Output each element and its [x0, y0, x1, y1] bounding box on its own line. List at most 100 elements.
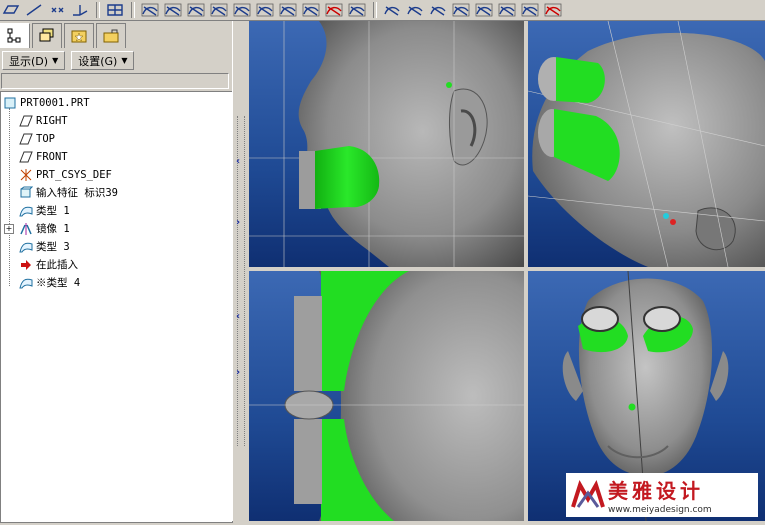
tree-filter-field[interactable] [1, 73, 229, 89]
expand-right-icon[interactable]: › [236, 217, 240, 228]
head-perspective-model [528, 21, 765, 267]
view-perspective-icon [256, 3, 274, 17]
tree-item-label: 类型 3 [36, 241, 70, 253]
chevron-down-icon: ▼ [52, 56, 59, 65]
panel-splitter[interactable]: ‹ › ‹ › [232, 21, 249, 521]
view-wire-button[interactable] [185, 1, 207, 19]
import-feature-icon [19, 186, 33, 200]
head-side-model [249, 21, 524, 267]
layer-tab[interactable] [32, 23, 62, 48]
watermark-logo: 美雅设计 www.meiyadesign.com [566, 473, 758, 517]
collapse-left-icon[interactable]: ‹ [236, 311, 240, 322]
tree-item[interactable]: ※类型 4 [19, 274, 80, 291]
tree-item-label: 在此插入 [36, 259, 78, 271]
navigator-panel: 显示(D) ▼ 设置(G) ▼ PRT0001.PRT RIGHT TOP FRONT… [0, 21, 233, 523]
view-refit-button[interactable] [346, 1, 368, 19]
tree-item-label: 类型 1 [36, 205, 70, 217]
analysis-icon [452, 3, 470, 17]
brand-logo-icon [571, 480, 605, 508]
surface-feature-icon [19, 276, 33, 290]
view-hidden-button[interactable] [208, 1, 230, 19]
reflection-icon [521, 3, 539, 17]
part-icon [3, 96, 17, 110]
analysis-button[interactable] [450, 1, 472, 19]
datum-axis-button[interactable] [23, 1, 45, 19]
analysis-delete-button[interactable] [542, 1, 564, 19]
tree-item-label: 镜像 1 [36, 223, 70, 235]
curvature-button[interactable] [496, 1, 518, 19]
tree-item-label: PRT0001.PRT [20, 96, 90, 109]
view-saved-button[interactable] [277, 1, 299, 19]
toolbar-separator [96, 2, 100, 18]
surface-feature-icon [19, 240, 33, 254]
tree-item-label: 输入特征 标识39 [36, 187, 118, 199]
view-delete-button[interactable] [323, 1, 345, 19]
view-delete-icon [325, 3, 343, 17]
datum-plane-icon [19, 150, 33, 164]
reflection-button[interactable] [519, 1, 541, 19]
head-top-model [249, 271, 524, 521]
model-tree-tab[interactable] [0, 23, 30, 48]
settings-menu-button[interactable]: 设置(G) ▼ [71, 51, 135, 70]
mirror-icon [19, 222, 33, 236]
tree-item-label: RIGHT [36, 114, 68, 127]
model-tree: PRT0001.PRT RIGHT TOP FRONT PRT_CSYS_DEF 输入特征… [0, 91, 233, 523]
datum-point-button[interactable] [46, 1, 68, 19]
tree-item[interactable]: 类型 3 [19, 238, 70, 255]
repaint-icon [107, 4, 123, 16]
surface-button[interactable] [473, 1, 495, 19]
favorites-tab[interactable] [64, 23, 94, 48]
surface-icon [475, 3, 493, 17]
datum-axis-icon [26, 4, 42, 16]
tree-root-part[interactable]: PRT0001.PRT [3, 94, 90, 111]
datum-point-icon [51, 7, 64, 13]
view-refit-icon [348, 3, 366, 17]
toolbar-separator [373, 2, 377, 18]
settings-menu-label: 设置(G) [78, 54, 118, 68]
view-orient-button[interactable] [139, 1, 161, 19]
viewport-side-view[interactable] [249, 21, 524, 267]
view-perspective-button[interactable] [254, 1, 276, 19]
tree-item[interactable]: 输入特征 标识39 [19, 184, 118, 201]
collapse-left-icon[interactable]: ‹ [236, 156, 240, 167]
datum-plane-button[interactable] [0, 1, 22, 19]
repaint-button[interactable] [104, 1, 126, 19]
tree-expand-toggle[interactable]: + [4, 224, 14, 234]
display-menu-button[interactable]: 显示(D) ▼ [2, 51, 66, 70]
navigator-menubar: 显示(D) ▼ 设置(G) ▼ [0, 51, 232, 71]
layer-icon [39, 28, 54, 42]
tree-item[interactable]: PRT_CSYS_DEF [19, 166, 112, 183]
navigator-tabs [0, 23, 128, 49]
tree-item-label: FRONT [36, 150, 68, 163]
view-spin-button[interactable] [300, 1, 322, 19]
watermark-title: 美雅设计 [608, 479, 704, 503]
chevron-down-icon: ▼ [121, 56, 128, 65]
connections-folder-icon [103, 29, 119, 43]
insert-here-icon [19, 258, 33, 272]
main-toolbar [0, 0, 765, 21]
view-shade-button[interactable] [162, 1, 184, 19]
tree-connector-line [9, 108, 10, 286]
ruler-icon [430, 6, 446, 16]
tree-item[interactable]: RIGHT [19, 112, 68, 129]
viewport-top-view[interactable] [249, 271, 524, 521]
view-nohidden-button[interactable] [231, 1, 253, 19]
datum-csys-icon [73, 5, 88, 16]
toolbar-separator [131, 2, 135, 18]
tree-item[interactable]: TOP [19, 130, 55, 147]
expand-right-icon[interactable]: › [236, 367, 240, 378]
tree-item[interactable]: FRONT [19, 148, 68, 165]
connections-tab[interactable] [96, 23, 126, 48]
tree-item[interactable]: 类型 1 [19, 202, 70, 219]
tree-item-label: ※类型 4 [36, 277, 81, 289]
tree-item[interactable]: 镜像 1 [19, 220, 70, 237]
viewport-perspective-view[interactable] [528, 21, 765, 267]
view-nohidden-icon [233, 3, 251, 17]
datum-csys-button[interactable] [69, 1, 91, 19]
ruler-button[interactable] [427, 1, 449, 19]
datum-plane-icon [19, 132, 33, 146]
measure-button[interactable] [404, 1, 426, 19]
tree-item[interactable]: 在此插入 [19, 256, 78, 273]
curvature-icon [498, 3, 516, 17]
what-this-button[interactable] [381, 1, 403, 19]
